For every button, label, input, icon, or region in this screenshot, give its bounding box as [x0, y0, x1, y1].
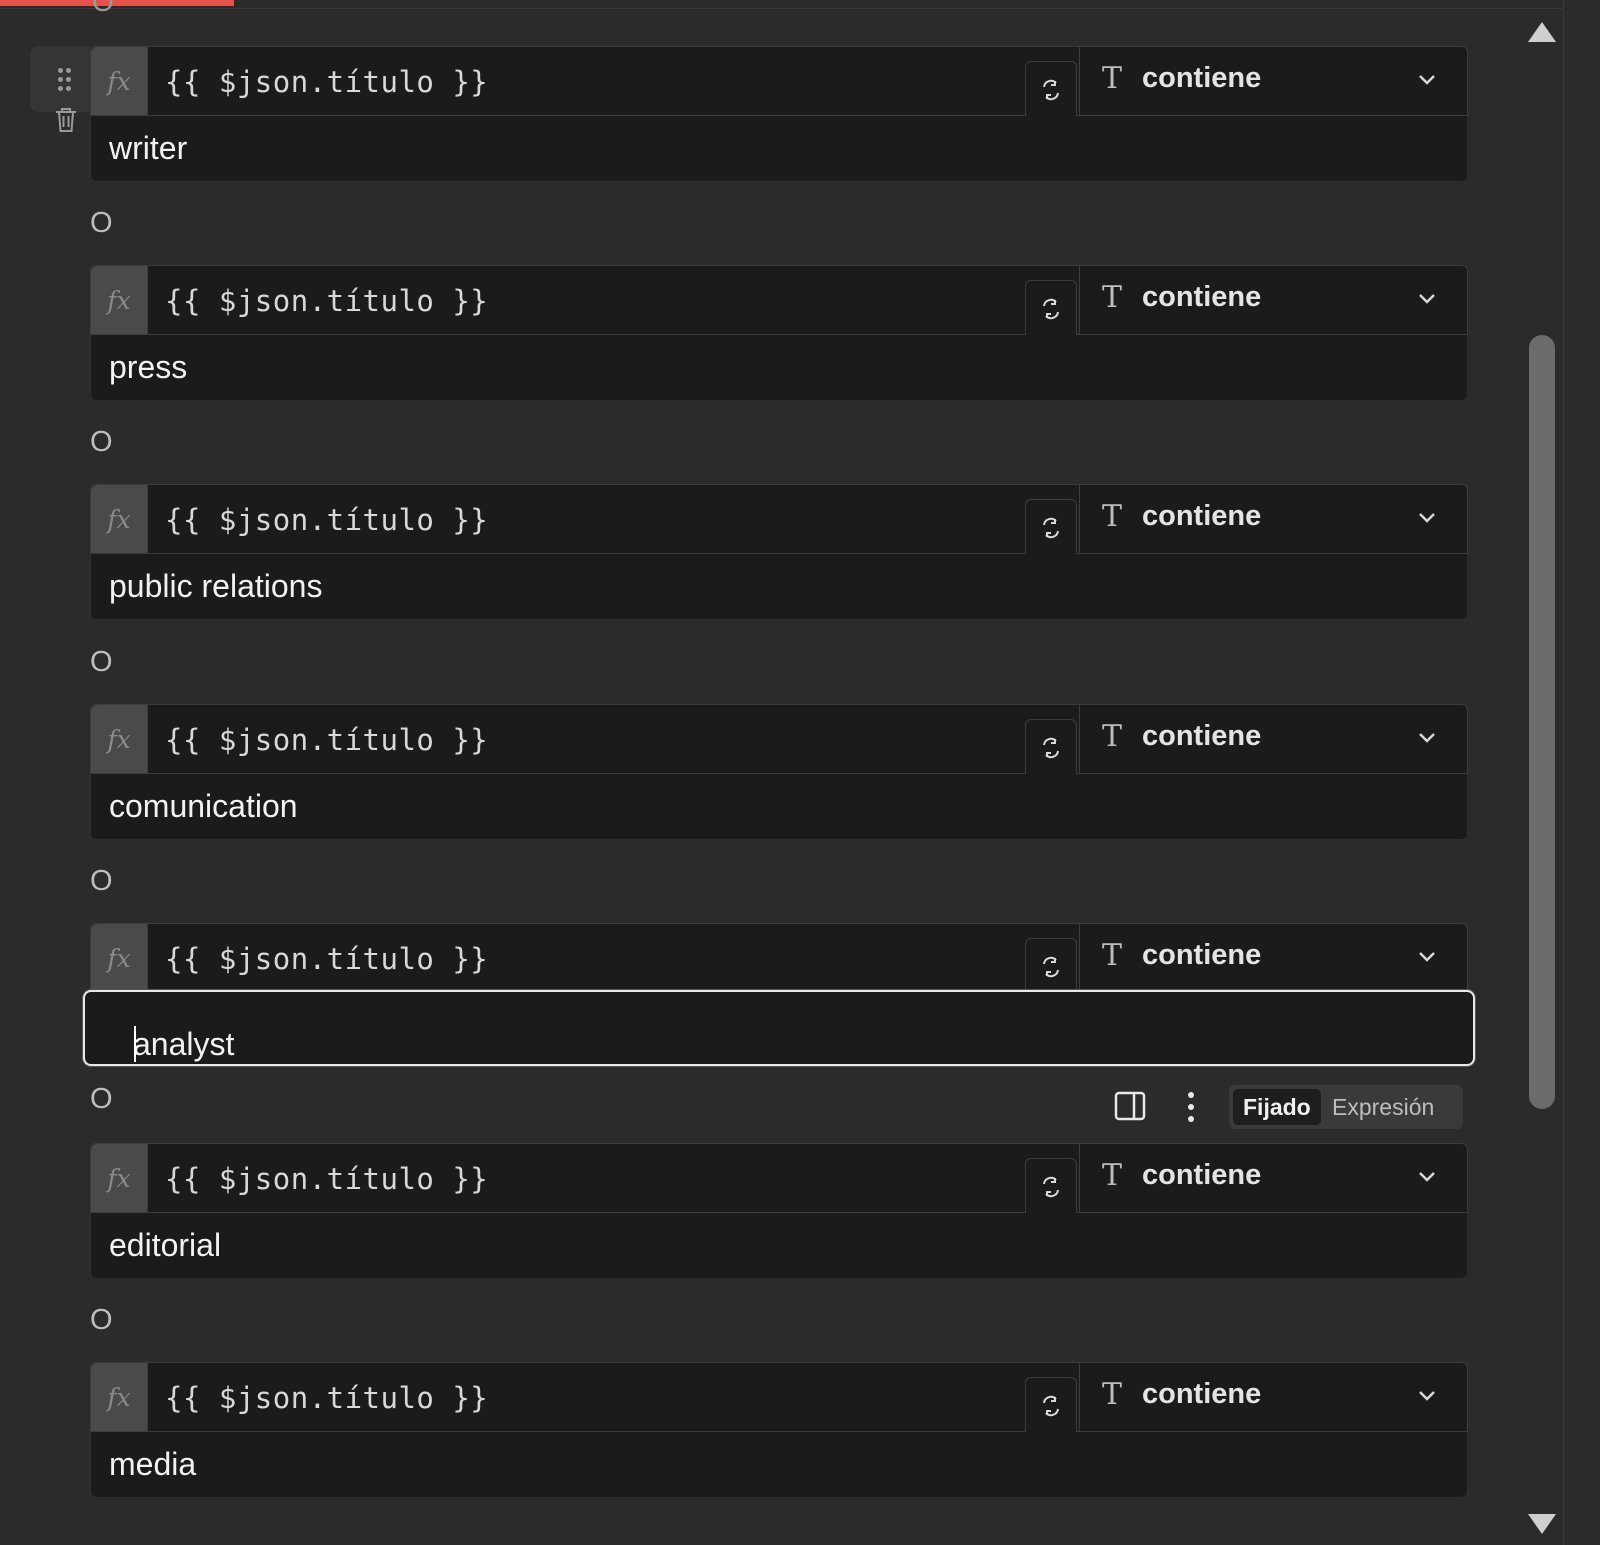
value-input[interactable]: public relations	[90, 554, 1468, 620]
chevron-down-icon	[1419, 75, 1435, 85]
drag-handle-icon[interactable]	[54, 66, 74, 94]
value-input[interactable]: media	[90, 1432, 1468, 1498]
mode-toggle: Fijado Expresión	[1229, 1085, 1463, 1129]
more-vertical-icon[interactable]	[1186, 1090, 1196, 1124]
value-input-focused[interactable]: analyst	[83, 990, 1475, 1066]
operator-label: contiene	[1142, 500, 1262, 532]
text-caret	[134, 1026, 136, 1062]
expression-text[interactable]: {{ $json.título }}	[165, 65, 488, 99]
condition-left-field[interactable]: fx {{ $json.título }} T contiene	[90, 1362, 1468, 1433]
swap-icon[interactable]	[1025, 938, 1077, 994]
condition-row: fx {{ $json.título }} T contiene press	[90, 265, 1468, 401]
condition-left-field[interactable]: fx {{ $json.título }} T contiene	[90, 1143, 1468, 1214]
condition-row: fx {{ $json.título }} T contiene public …	[90, 484, 1468, 620]
operator-label: contiene	[1142, 62, 1262, 94]
swap-icon[interactable]	[1025, 280, 1077, 336]
condition-row: fx {{ $json.título }} T contiene comunic…	[90, 704, 1468, 840]
operator-label: contiene	[1142, 720, 1262, 752]
operator-dropdown[interactable]: T contiene	[1079, 705, 1468, 773]
string-type-icon: T	[1102, 719, 1123, 754]
swap-icon[interactable]	[1025, 61, 1077, 117]
value-typed-text: analyst	[133, 1026, 235, 1062]
value-text: comunication	[109, 788, 298, 824]
value-input[interactable]: press	[90, 335, 1468, 401]
value-text: editorial	[109, 1227, 222, 1263]
swap-icon[interactable]	[1025, 499, 1077, 555]
mode-fixed-option[interactable]: Fijado	[1233, 1089, 1321, 1125]
or-separator: O	[90, 865, 113, 897]
chevron-down-icon	[1419, 294, 1435, 304]
condition-left-field[interactable]: fx {{ $json.título }} T contiene	[90, 46, 1468, 117]
condition-row: fx {{ $json.título }} T contiene writer	[90, 46, 1468, 182]
condition-row: fx {{ $json.título }} T contiene editori…	[90, 1143, 1468, 1279]
value-text: press	[109, 349, 188, 385]
expression-text[interactable]: {{ $json.título }}	[165, 284, 488, 318]
condition-left-field[interactable]: fx {{ $json.título }} T contiene	[90, 265, 1468, 336]
expression-text[interactable]: {{ $json.título }}	[165, 1381, 488, 1415]
or-separator: O	[90, 1304, 113, 1336]
or-separator-partial: O	[92, 0, 114, 17]
split-view-icon[interactable]	[1114, 1090, 1146, 1122]
swap-icon[interactable]	[1025, 719, 1077, 775]
scrollbar-thumb[interactable]	[1529, 335, 1555, 1109]
value-input[interactable]: editorial	[90, 1213, 1468, 1279]
string-type-icon: T	[1102, 61, 1123, 96]
value-text: writer	[109, 130, 188, 166]
chevron-down-icon	[1419, 1391, 1435, 1401]
operator-dropdown[interactable]: T contiene	[1079, 266, 1468, 334]
or-separator: O	[90, 426, 113, 458]
expression-text[interactable]: {{ $json.título }}	[165, 503, 488, 537]
string-type-icon: T	[1102, 1377, 1123, 1412]
or-separator: O	[90, 207, 113, 239]
chevron-down-icon	[1419, 1172, 1435, 1182]
operator-label: contiene	[1142, 281, 1262, 313]
operator-label: contiene	[1142, 939, 1262, 971]
swap-icon[interactable]	[1025, 1377, 1077, 1433]
chevron-down-icon	[1419, 952, 1435, 962]
operator-dropdown[interactable]: T contiene	[1079, 485, 1468, 553]
scrollbar-track[interactable]	[1563, 0, 1600, 1545]
condition-left-field[interactable]: fx {{ $json.título }} T contiene	[90, 923, 1468, 994]
fx-icon: fx	[91, 485, 148, 553]
fx-icon: fx	[91, 924, 148, 992]
condition-row: fx {{ $json.título }} T contiene media	[90, 1362, 1468, 1498]
operator-label: contiene	[1142, 1159, 1262, 1191]
mode-expression-option[interactable]: Expresión	[1332, 1089, 1434, 1125]
value-text: media	[109, 1446, 197, 1482]
progress-accent	[0, 0, 234, 6]
operator-dropdown[interactable]: T contiene	[1079, 924, 1468, 992]
scroll-down-icon[interactable]	[1528, 1514, 1556, 1534]
or-separator: O	[90, 646, 113, 678]
expression-text[interactable]: {{ $json.título }}	[165, 942, 488, 976]
fx-icon: fx	[91, 47, 148, 115]
string-type-icon: T	[1102, 280, 1123, 315]
or-separator: O	[90, 1083, 113, 1115]
chevron-down-icon	[1419, 733, 1435, 743]
fx-icon: fx	[91, 1144, 148, 1212]
trash-icon[interactable]	[53, 106, 79, 134]
string-type-icon: T	[1102, 499, 1123, 534]
fx-icon: fx	[91, 705, 148, 773]
fx-icon: fx	[91, 1363, 148, 1431]
expression-text[interactable]: {{ $json.título }}	[165, 723, 488, 757]
operator-dropdown[interactable]: T contiene	[1079, 47, 1468, 115]
expression-text[interactable]: {{ $json.título }}	[165, 1162, 488, 1196]
string-type-icon: T	[1102, 938, 1123, 973]
scroll-up-icon[interactable]	[1528, 22, 1556, 42]
swap-icon[interactable]	[1025, 1158, 1077, 1214]
condition-left-field[interactable]: fx {{ $json.título }} T contiene	[90, 484, 1468, 555]
top-progress-line	[0, 0, 1562, 9]
fx-icon: fx	[91, 266, 148, 334]
string-type-icon: T	[1102, 1158, 1123, 1193]
operator-dropdown[interactable]: T contiene	[1079, 1363, 1468, 1431]
value-input[interactable]: comunication	[90, 774, 1468, 840]
operator-dropdown[interactable]: T contiene	[1079, 1144, 1468, 1212]
field-toolbar: Fijado Expresión	[1110, 1084, 1463, 1130]
chevron-down-icon	[1419, 513, 1435, 523]
condition-row: fx {{ $json.título }} T contiene analyst	[83, 923, 1475, 1066]
value-text: public relations	[109, 568, 323, 604]
value-input[interactable]: writer	[90, 116, 1468, 182]
operator-label: contiene	[1142, 1378, 1262, 1410]
condition-left-field[interactable]: fx {{ $json.título }} T contiene	[90, 704, 1468, 775]
